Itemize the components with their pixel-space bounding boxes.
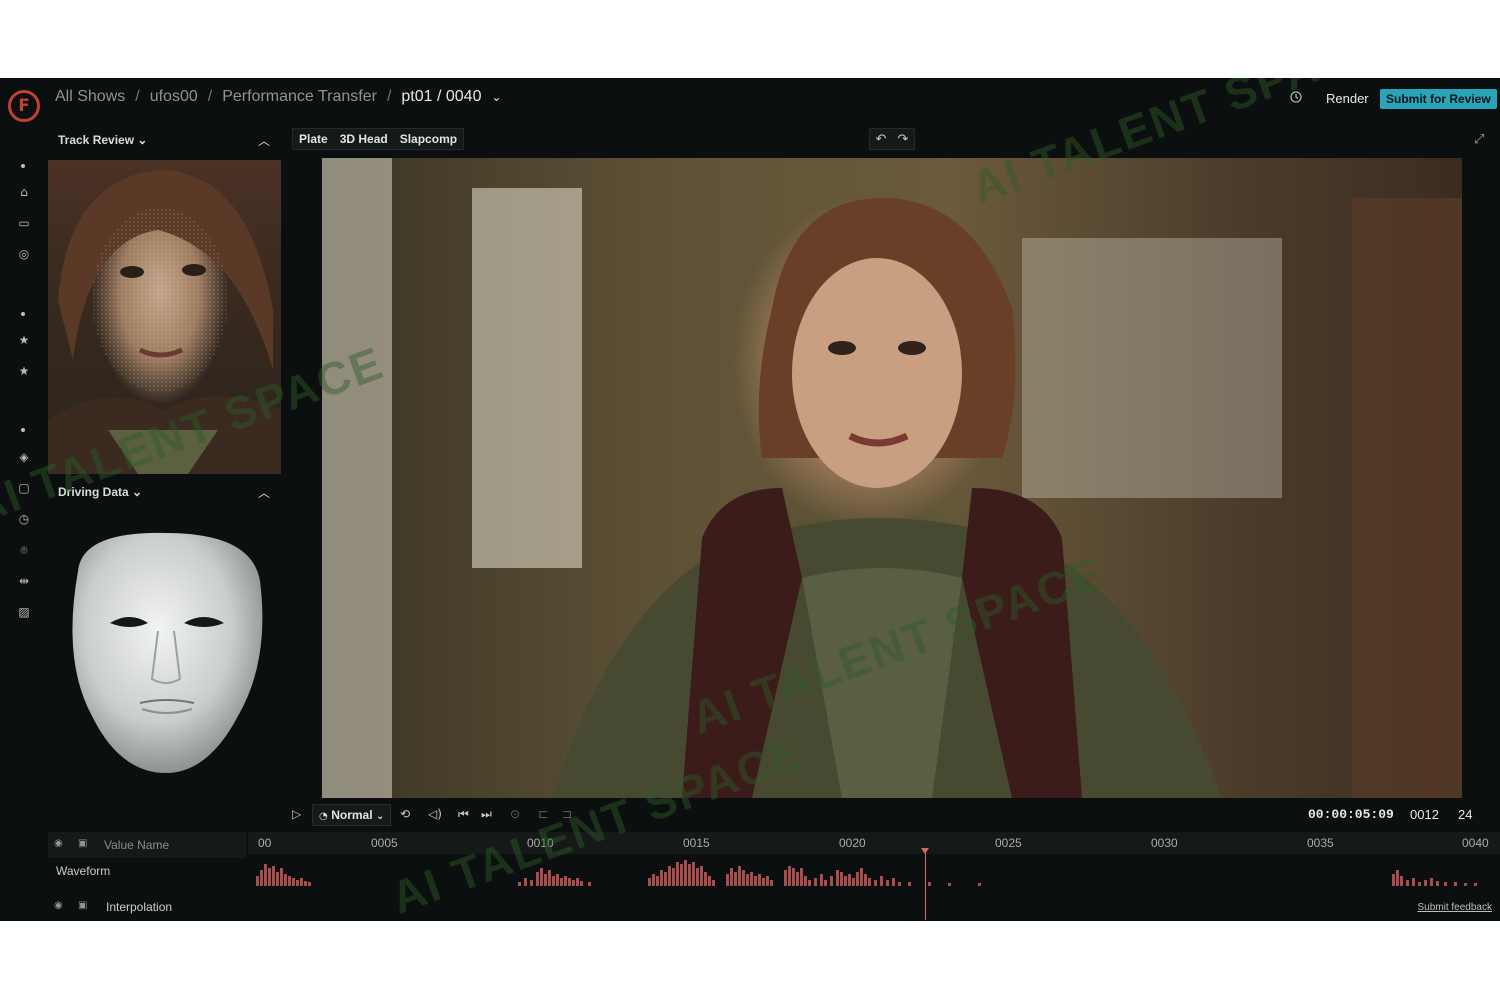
speed-icon: ◔ bbox=[319, 811, 332, 822]
driving-data-3d-head bbox=[48, 511, 281, 801]
top-bar: F All Shows / ufos00 / Performance Trans… bbox=[0, 78, 1500, 122]
track-list: ◉ ▣ Value Name Waveform ◉ ▣ Interpolatio… bbox=[48, 832, 246, 921]
breadcrumb-separator: / bbox=[135, 88, 140, 105]
value-name-header: Value Name bbox=[104, 838, 170, 852]
ruler-tick-label: 0020 bbox=[839, 836, 866, 850]
app-window: F All Shows / ufos00 / Performance Trans… bbox=[0, 78, 1500, 921]
viewer-mode-tabs: Plate 3D Head Slapcomp bbox=[292, 128, 465, 150]
driving-data-panel-header[interactable]: Driving Data ⌄ ︿ bbox=[48, 478, 282, 508]
layers-icon[interactable]: ◈ bbox=[14, 447, 34, 467]
image-icon[interactable]: ▨ bbox=[14, 602, 34, 622]
breadcrumb-current-shot[interactable]: pt01 / 0040 bbox=[401, 88, 481, 106]
breadcrumb-project[interactable]: Performance Transfer bbox=[222, 88, 377, 106]
breadcrumb-show[interactable]: ufos00 bbox=[150, 88, 198, 106]
loop-icon[interactable]: ⟲ bbox=[400, 807, 410, 821]
redo-icon[interactable]: ↷ bbox=[898, 132, 909, 147]
collapse-icon[interactable]: ︿ bbox=[258, 484, 270, 501]
render-button[interactable]: Render bbox=[1318, 89, 1377, 108]
volume-icon[interactable]: ◁) bbox=[428, 807, 442, 821]
playback-speed-value: Normal bbox=[331, 808, 373, 822]
playhead[interactable] bbox=[925, 850, 926, 920]
face-tracking-icon[interactable]: ⌾ bbox=[14, 540, 34, 560]
tab-plate[interactable]: Plate bbox=[293, 129, 334, 149]
lock-icon[interactable]: ▣ bbox=[78, 838, 87, 849]
left-icon-rail: ⌂ ▭ ◎ ★ ★ ◈ ▢ ◷ ⌾ ⇹ ▨ bbox=[0, 120, 48, 880]
submit-feedback-link[interactable]: Submit feedback bbox=[1418, 902, 1493, 913]
playhead-handle[interactable] bbox=[921, 848, 929, 854]
ruler-tick-label: 0005 bbox=[371, 836, 398, 850]
breadcrumb: All Shows / ufos00 / Performance Transfe… bbox=[55, 88, 502, 106]
out-point-icon[interactable]: ⊐ bbox=[562, 807, 572, 821]
ruler-tick-label: 0025 bbox=[995, 836, 1022, 850]
track-review-thumbnail bbox=[48, 160, 281, 474]
target-icon[interactable]: ◎ bbox=[14, 244, 34, 264]
tab-3d-head[interactable]: 3D Head bbox=[334, 129, 394, 149]
skip-back-icon[interactable]: ⏮ bbox=[458, 807, 469, 822]
interpolation-track-label: Interpolation bbox=[106, 900, 173, 914]
frame-rate: 24 bbox=[1458, 807, 1473, 822]
timeline: ◉ ▣ Value Name Waveform ◉ ▣ Interpolatio… bbox=[48, 832, 1500, 921]
ruler-tick-label: 0040 bbox=[1462, 836, 1489, 850]
expand-icon[interactable]: ⤢ bbox=[1474, 132, 1484, 147]
submit-for-review-button[interactable]: Submit for Review bbox=[1380, 89, 1497, 109]
breadcrumb-all-shows[interactable]: All Shows bbox=[55, 88, 125, 106]
play-icon[interactable]: ▷ bbox=[292, 807, 301, 821]
in-point-icon[interactable]: ⊏ bbox=[538, 807, 548, 821]
track-list-header: ◉ ▣ Value Name bbox=[48, 832, 246, 858]
eye-icon[interactable]: ◉ bbox=[54, 838, 63, 849]
waveform-track-label[interactable]: Waveform bbox=[56, 864, 110, 878]
track-review-title[interactable]: Track Review ⌄ bbox=[58, 133, 147, 147]
breadcrumb-separator: / bbox=[207, 88, 213, 105]
rail-separator-dot bbox=[21, 164, 25, 168]
transport-controls: ▷ ◔ Normal ⌄ ⟲ ◁) ⏮ ⏭ ⊙ ⊏ ⊐ 00:00:05:09 … bbox=[288, 804, 1488, 828]
skip-forward-icon[interactable]: ⏭ bbox=[481, 807, 492, 822]
audio-waveform[interactable] bbox=[248, 854, 1500, 888]
chevron-down-icon: ⌄ bbox=[372, 811, 385, 822]
tab-slapcomp[interactable]: Slapcomp bbox=[394, 129, 463, 149]
chevron-down-icon[interactable]: ⌄ bbox=[491, 90, 501, 104]
timeline-ruler[interactable]: 00 0005 0010 0015 0020 0025 0030 0035 00… bbox=[248, 832, 1500, 854]
ruler-tick-label: 00 bbox=[258, 836, 272, 850]
timecode-display: 00:00:05:09 bbox=[1308, 807, 1394, 822]
folder-icon[interactable]: ▢ bbox=[14, 478, 34, 498]
rail-separator-dot bbox=[21, 312, 25, 316]
collapse-icon[interactable]: ︿ bbox=[258, 132, 270, 149]
interpolation-track-row[interactable]: ◉ ▣ Interpolation bbox=[48, 894, 246, 920]
undo-icon[interactable]: ↶ bbox=[876, 132, 887, 147]
breadcrumb-separator: / bbox=[386, 88, 392, 105]
eye-icon[interactable]: ◉ bbox=[54, 900, 63, 911]
ruler-tick-label: 0035 bbox=[1307, 836, 1334, 850]
clock-icon[interactable]: ◷ bbox=[14, 509, 34, 529]
marker-icon[interactable]: ⊙ bbox=[510, 807, 520, 821]
playback-speed-select[interactable]: ◔ Normal ⌄ bbox=[312, 804, 392, 826]
undo-redo-group: ↶ ↷ bbox=[869, 128, 915, 150]
comment-icon[interactable]: ▭ bbox=[14, 213, 34, 233]
history-icon[interactable] bbox=[1287, 90, 1305, 108]
ruler-tick-label: 0010 bbox=[527, 836, 554, 850]
app-logo[interactable]: F bbox=[8, 90, 40, 122]
star-icon[interactable]: ★ bbox=[14, 361, 34, 381]
track-review-panel-header[interactable]: Track Review ⌄ ︿ bbox=[48, 126, 282, 156]
driving-data-title[interactable]: Driving Data ⌄ bbox=[58, 485, 142, 499]
home-icon[interactable]: ⌂ bbox=[14, 182, 34, 202]
ruler-tick-label: 0015 bbox=[683, 836, 710, 850]
frame-number: 0012 bbox=[1410, 807, 1439, 822]
star-icon[interactable]: ★ bbox=[14, 330, 34, 350]
lock-icon[interactable]: ▣ bbox=[78, 900, 87, 911]
split-icon[interactable]: ⇹ bbox=[14, 571, 34, 591]
rail-separator-dot bbox=[21, 428, 25, 432]
ruler-tick-label: 0030 bbox=[1151, 836, 1178, 850]
video-viewer[interactable] bbox=[322, 158, 1462, 798]
